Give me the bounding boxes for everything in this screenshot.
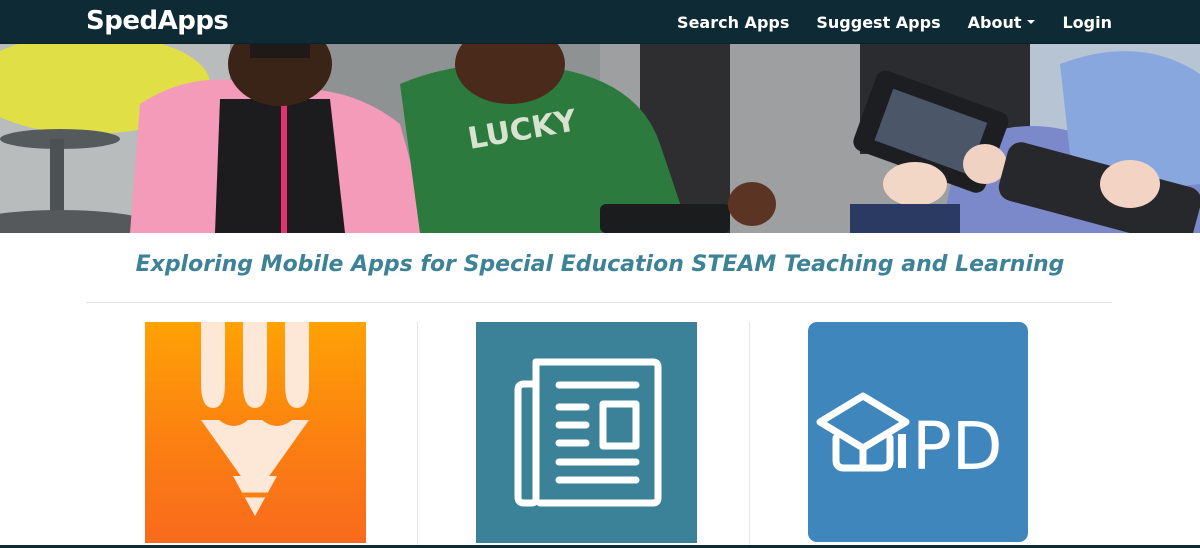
pencil-app-icon [201, 322, 309, 516]
nav-suggest-apps[interactable]: Suggest Apps [816, 13, 940, 32]
column-divider [749, 322, 750, 548]
newspaper-app-icon [514, 358, 662, 507]
caret-down-icon [1027, 20, 1036, 24]
nav-login[interactable]: Login [1062, 13, 1112, 32]
top-navbar: SpedApps Search Apps Suggest Apps About … [0, 0, 1200, 44]
children-using-tablets-photo: LUCKY [0, 44, 1200, 233]
app-tile-pencil[interactable] [145, 322, 366, 543]
ipd-app-icon: PD [816, 392, 1003, 485]
brand-logo-link[interactable]: SpedApps [86, 6, 229, 36]
svg-text:PD: PD [912, 408, 1003, 485]
nav-about-label: About [967, 12, 1022, 32]
nav-links: Search Apps Suggest Apps About Login [650, 0, 1112, 44]
hero-banner-image: LUCKY [0, 44, 1200, 233]
page-tagline: Exploring Mobile Apps for Special Educat… [135, 252, 1065, 277]
column-divider [417, 322, 418, 548]
nav-about-dropdown[interactable]: About [968, 13, 1036, 32]
nav-search-apps[interactable]: Search Apps [677, 13, 789, 32]
app-tile-newspaper[interactable] [476, 322, 697, 543]
app-tile-ipd[interactable]: PD [808, 322, 1028, 542]
section-divider [86, 302, 1112, 303]
